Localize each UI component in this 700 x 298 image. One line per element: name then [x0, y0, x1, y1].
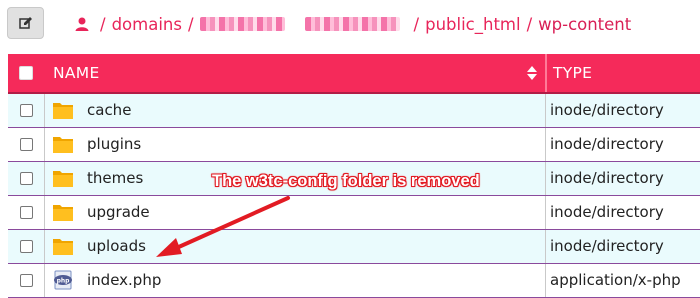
column-header-name[interactable]: NAME: [53, 54, 100, 92]
folder-icon: [53, 171, 73, 187]
cell-divider: [44, 264, 45, 297]
redacted-domain: [304, 17, 400, 31]
cell-divider: [545, 264, 546, 297]
file-name[interactable]: index.php: [87, 264, 161, 297]
breadcrumb-separator: /: [187, 14, 194, 34]
row-checkbox-cell: [8, 162, 44, 195]
folder-icon: [53, 103, 73, 119]
breadcrumb-separator: /: [413, 14, 420, 34]
row-checkbox-cell: [8, 264, 44, 297]
cell-divider: [44, 128, 45, 161]
cell-divider: [44, 196, 45, 229]
file-type: inode/directory: [550, 237, 664, 255]
cell-divider: [545, 230, 546, 263]
folder-icon: [53, 239, 73, 255]
table-row[interactable]: uploads inode/directory: [8, 230, 700, 264]
table-row[interactable]: upgrade inode/directory: [8, 196, 700, 230]
redacted-domain: [199, 17, 285, 31]
row-checkbox[interactable]: [19, 274, 33, 287]
breadcrumb-current: wp-content: [538, 14, 632, 34]
svg-text:php: php: [57, 277, 71, 284]
folder-icon: [53, 205, 73, 221]
row-checkbox-cell: [8, 230, 44, 263]
row-checkbox[interactable]: [19, 138, 33, 151]
folder-icon: [53, 137, 73, 153]
column-header-type[interactable]: TYPE: [553, 54, 592, 92]
sort-icon[interactable]: [526, 65, 538, 81]
cell-divider: [44, 94, 45, 127]
cell-divider: [545, 162, 546, 195]
row-checkbox[interactable]: [19, 104, 33, 117]
row-checkbox-cell: [8, 128, 44, 161]
row-checkbox-cell: [8, 94, 44, 127]
table-header: NAME TYPE: [8, 54, 700, 94]
breadcrumb-separator: /: [100, 14, 106, 34]
edit-path-button[interactable]: [7, 7, 44, 39]
file-type: application/x-php: [550, 271, 681, 289]
file-name[interactable]: uploads: [87, 230, 146, 263]
row-checkbox[interactable]: [19, 206, 33, 219]
row-checkbox-cell: [8, 196, 44, 229]
user-icon[interactable]: [74, 16, 90, 32]
file-type: inode/directory: [550, 203, 664, 221]
cell-divider: [44, 230, 45, 263]
edit-icon: [18, 17, 32, 29]
column-divider[interactable]: [545, 54, 547, 92]
file-type: inode/directory: [550, 169, 664, 187]
breadcrumb-domains[interactable]: domains: [112, 15, 182, 34]
select-all-cell: [8, 54, 44, 92]
table-row[interactable]: cache inode/directory: [8, 94, 700, 128]
row-checkbox[interactable]: [19, 172, 33, 185]
select-all-checkbox[interactable]: [19, 66, 33, 80]
annotation-text: The w3tc-config folder is removed: [212, 172, 480, 190]
file-name[interactable]: upgrade: [87, 196, 150, 229]
toolbar: / domains / / public_html / wp-content: [0, 0, 700, 48]
file-type: inode/directory: [550, 135, 664, 153]
file-name[interactable]: plugins: [87, 128, 141, 161]
cell-divider: [545, 196, 546, 229]
file-name[interactable]: cache: [87, 94, 131, 127]
breadcrumb-separator: /: [526, 14, 533, 34]
cell-divider: [545, 128, 546, 161]
cell-divider: [545, 94, 546, 127]
breadcrumb-public-html[interactable]: public_html: [425, 15, 520, 34]
table-row[interactable]: plugins inode/directory: [8, 128, 700, 162]
row-checkbox[interactable]: [19, 240, 33, 253]
file-name[interactable]: themes: [87, 162, 143, 195]
php-file-icon: php: [54, 270, 72, 290]
table-row[interactable]: php index.php application/x-php: [8, 264, 700, 298]
cell-divider: [44, 162, 45, 195]
breadcrumb: / domains / / public_html / wp-content: [74, 12, 631, 36]
file-type: inode/directory: [550, 101, 664, 119]
